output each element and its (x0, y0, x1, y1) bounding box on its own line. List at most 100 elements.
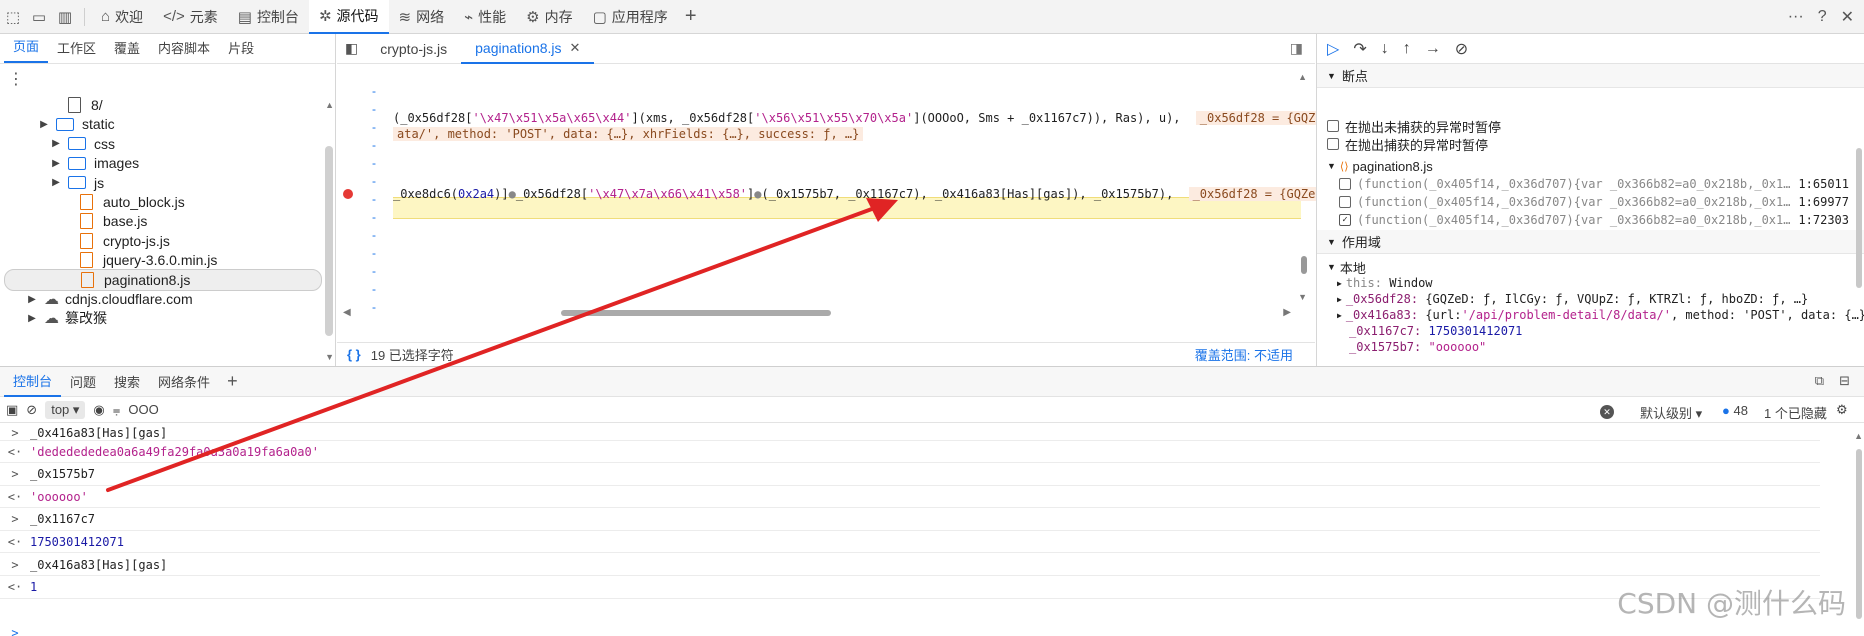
console-message[interactable]: > _0x416a83[Has][gas] (0, 554, 1820, 576)
tab-performance[interactable]: ⌁ 性能 (454, 0, 516, 34)
more-options-icon[interactable]: ⋮ (8, 69, 24, 89)
console-prompt[interactable]: > (0, 622, 1820, 636)
toggle-debugger-icon[interactable]: ◨ (1290, 40, 1303, 57)
console-message[interactable]: <· 'oooooo' (0, 486, 1820, 509)
breakpoint-file[interactable]: ▼ ⟨⟩ pagination8.js (1327, 156, 1433, 176)
navigator-tab[interactable]: 页面 (4, 36, 49, 63)
chevron-down-icon: ▼ (1327, 70, 1336, 81)
console-message[interactable]: <· 1 (0, 577, 1820, 599)
editor-hscroll[interactable] (561, 310, 831, 316)
drawer-tab[interactable]: 网络条件 (149, 367, 219, 397)
sidebar-toggle-icon[interactable]: ▥ (52, 4, 78, 30)
inspect-icon[interactable]: ⬚ (0, 4, 26, 30)
editor-tab-crypto[interactable]: crypto-js.js (366, 34, 461, 64)
navigator-tab[interactable]: 工作区 (48, 38, 105, 63)
step-icon[interactable]: → (1425, 40, 1441, 58)
navigator-tab[interactable]: 片段 (219, 38, 263, 63)
checkbox[interactable] (1327, 138, 1339, 150)
scroll-down-arrow[interactable]: ▼ (1298, 292, 1307, 302)
tab-app[interactable]: ▢ 应用程序 (583, 0, 678, 34)
file-icon (68, 97, 81, 113)
deactivate-breakpoints-icon[interactable]: ⊘ (1455, 39, 1468, 59)
tab-home[interactable]: ⌂ 欢迎 (91, 0, 153, 34)
tab-bug[interactable]: ✲ 源代码 (308, 0, 389, 34)
checkbox[interactable] (1339, 178, 1351, 190)
close-drawer-icon[interactable]: ⊟ (1839, 373, 1850, 389)
gutter-marker: - (372, 120, 376, 134)
navigator-scrollbar[interactable] (325, 146, 333, 336)
tab-wifi[interactable]: ≋ 网络 (389, 0, 455, 34)
file-icon (80, 194, 93, 210)
step-over-icon[interactable]: ↷ (1353, 39, 1366, 59)
console-message[interactable]: <· 1750301412071 (0, 531, 1820, 554)
drawer-tab[interactable]: 控制台 (4, 367, 62, 397)
message-count[interactable]: ● 48 (1722, 403, 1748, 418)
more-menu-icon[interactable]: ··· (1788, 8, 1804, 26)
checkbox[interactable] (1327, 120, 1339, 132)
file-tree: 8/ ▶ static ▶ css ▶ images ▶ js auto_block.js base… (0, 94, 335, 366)
navigator-tab[interactable]: 覆盖 (105, 38, 149, 63)
scope-section-header[interactable]: ▼ 作用域 (1317, 230, 1864, 254)
live-expression-icon[interactable]: ◉ (93, 402, 104, 418)
help-icon[interactable]: ? (1818, 8, 1827, 26)
resume-icon[interactable]: ▷ (1327, 39, 1339, 59)
pause-caught-option[interactable]: 在抛出捕获的异常时暂停 (1327, 134, 1488, 154)
step-into-icon[interactable]: ↓ (1381, 40, 1389, 58)
checkbox[interactable] (1339, 196, 1351, 208)
breakpoints-section-header[interactable]: ▼ 断点 (1317, 64, 1864, 88)
tab-console[interactable]: ▤ 控制台 (228, 0, 309, 34)
tab-code[interactable]: </> 元素 (153, 0, 228, 34)
breakpoint-item[interactable]: (function(_0x405f14,_0x36d707){var _0x36… (1339, 192, 1849, 212)
clear-console-icon[interactable]: ⊘ (26, 402, 37, 418)
console-message[interactable]: <· 'dededededea0a6a49fa29fa0a3a0a19fa6a0a… (0, 441, 1820, 463)
step-out-icon[interactable]: ↑ (1403, 40, 1411, 58)
console-message[interactable]: > _0x416a83[Has][gas] (0, 427, 1820, 441)
checkbox[interactable]: ✓ (1339, 214, 1351, 226)
device-toolbar-icon[interactable]: ▭ (26, 4, 52, 30)
tree-item[interactable]: jquery-3.6.0.min.js (0, 249, 320, 271)
filter-input[interactable]: OOO (128, 402, 1328, 417)
tree-item[interactable]: ▶ ☁ 篡改猴 (0, 307, 320, 329)
scroll-up-arrow[interactable]: ▲ (325, 100, 334, 110)
add-drawer-tab-icon[interactable]: + (227, 371, 238, 392)
editor-status-bar: { } 19 已选择字符 覆盖范围: 不适用 (337, 342, 1315, 366)
pretty-print-button[interactable]: { } (337, 347, 371, 362)
console-message[interactable]: > _0x1575b7 (0, 464, 1820, 486)
tree-item-label: css (94, 135, 115, 152)
tree-item-label: crypto-js.js (103, 232, 170, 249)
tab-label: 性能 (478, 8, 507, 25)
scroll-right-arrow[interactable]: ▶ (1283, 307, 1291, 318)
log-level-select[interactable]: 默认级别 ▾ (1640, 403, 1702, 422)
editor-vscroll[interactable] (1301, 256, 1307, 274)
breakpoint-marker[interactable] (343, 189, 353, 199)
console-scrollbar[interactable] (1856, 449, 1862, 619)
sidebar-scrollbar[interactable] (1856, 148, 1862, 288)
navigator-tab[interactable]: 内容脚本 (149, 38, 219, 63)
breakpoint-item[interactable]: ✓ (function(_0x405f14,_0x36d707){var _0x3… (1339, 210, 1849, 230)
close-icon[interactable]: ✕ (1841, 7, 1854, 27)
drawer-tab[interactable]: 问题 (61, 367, 105, 397)
tab-memory[interactable]: ⚙ 内存 (516, 0, 582, 34)
context-select[interactable]: top ▾ (45, 400, 86, 419)
scope-var-1575b7[interactable]: _0x1575b7: "oooooo" (1349, 338, 1486, 356)
pause-uncaught-option[interactable]: 在抛出未捕获的异常时暂停 (1327, 116, 1501, 136)
drawer-tab[interactable]: 搜索 (105, 367, 149, 397)
sidebar-toggle-icon[interactable]: ▣ (6, 402, 18, 418)
dock-icon[interactable]: ⧉ (1815, 373, 1824, 389)
clear-filter-icon[interactable]: ✕ (1600, 405, 1614, 419)
editor-tab-pagination8[interactable]: pagination8.js ✕ (461, 34, 595, 64)
toggle-navigator-icon[interactable]: ◧ (345, 40, 358, 57)
scroll-up-arrow[interactable]: ▲ (1298, 72, 1307, 82)
add-tab-icon[interactable]: + (678, 4, 704, 30)
scroll-left-arrow[interactable]: ◀ (343, 307, 351, 318)
coverage-status[interactable]: 覆盖范围: 不适用 (1195, 345, 1293, 364)
breakpoint-item[interactable]: (function(_0x405f14,_0x36d707){var _0x36… (1339, 174, 1849, 194)
close-tab-icon[interactable]: ✕ (570, 40, 581, 56)
settings-icon[interactable]: ⚙ (1836, 402, 1848, 418)
scroll-down-arrow[interactable]: ▼ (325, 352, 334, 362)
gutter-marker: - (372, 282, 376, 296)
breakpoint-dot-icon[interactable]: ● (754, 187, 761, 201)
scroll-up-arrow[interactable]: ▲ (1854, 431, 1863, 441)
console-message[interactable]: > _0x1167c7 (0, 509, 1820, 531)
breakpoint-dot-icon[interactable]: ● (509, 187, 516, 201)
